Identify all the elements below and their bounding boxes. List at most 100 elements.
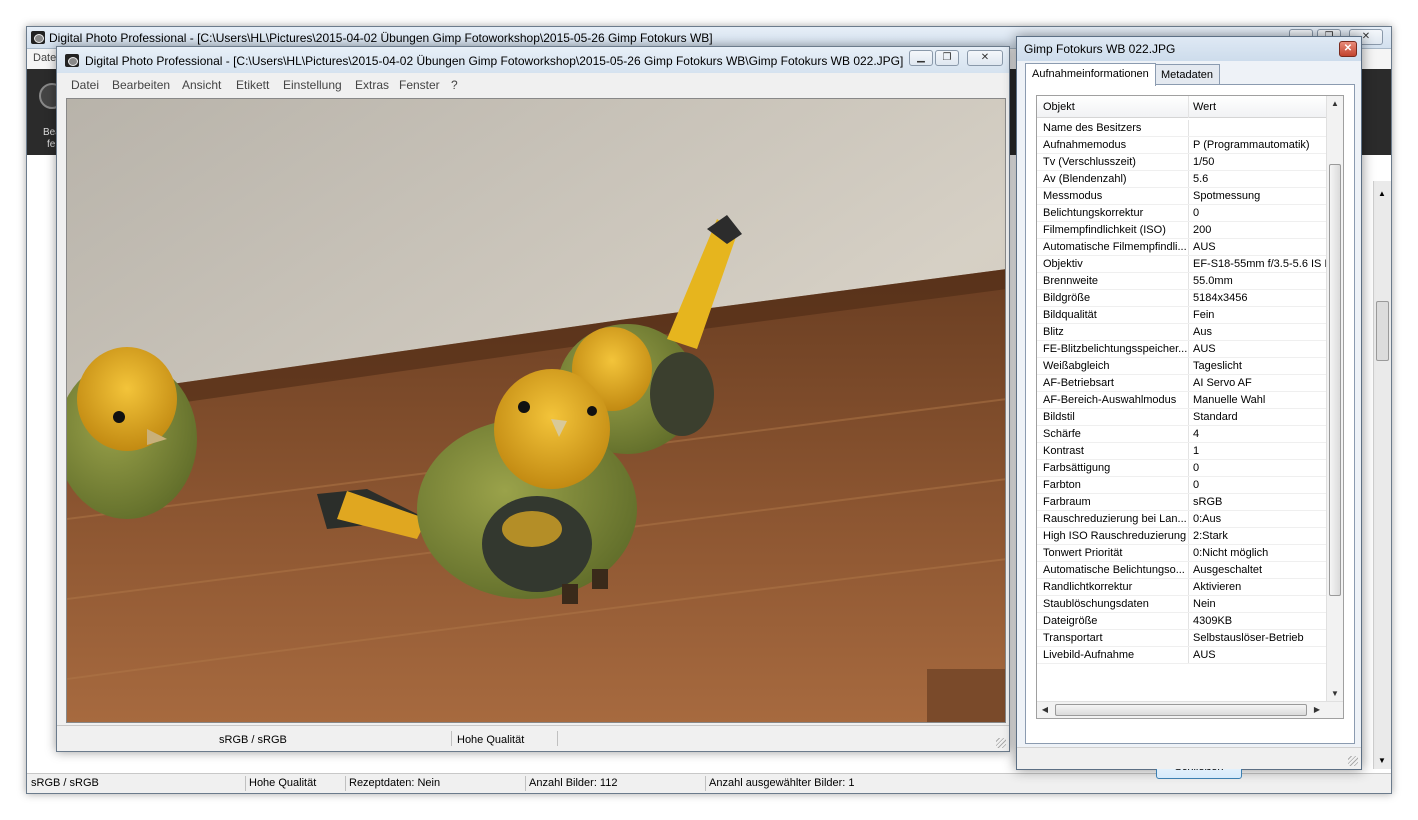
dialog-close-icon[interactable]: ✕: [1339, 41, 1357, 57]
table-row[interactable]: Bildgröße 5184x3456: [1037, 290, 1327, 307]
row-value: 5184x3456: [1193, 292, 1248, 304]
maximize-icon[interactable]: ❐: [935, 50, 959, 66]
grid-vertical-scrollbar[interactable]: ▲ ▼: [1326, 96, 1343, 702]
column-separator: [1188, 239, 1189, 255]
scrollbar-thumb[interactable]: [1329, 164, 1341, 596]
column-separator: [1188, 511, 1189, 527]
scroll-down-icon[interactable]: ▼: [1327, 686, 1343, 702]
row-key: Livebild-Aufnahme: [1043, 649, 1135, 661]
column-header-objekt[interactable]: Objekt: [1043, 101, 1075, 113]
image-window-titlebar[interactable]: Digital Photo Professional - [C:\Users\H…: [57, 47, 1009, 73]
row-value: 200: [1193, 224, 1212, 236]
scrollbar-thumb[interactable]: [1376, 301, 1389, 361]
row-value: AUS: [1193, 241, 1216, 253]
table-row[interactable]: Staublöschungsdaten Nein: [1037, 596, 1327, 613]
table-row[interactable]: Tonwert Priorität 0:Nicht möglich: [1037, 545, 1327, 562]
table-row[interactable]: Filmempfindlichkeit (ISO) 200: [1037, 222, 1327, 239]
column-separator: [1188, 562, 1189, 578]
table-row[interactable]: Tv (Verschlusszeit) 1/50: [1037, 154, 1327, 171]
image-menubar: Datei Bearbeiten Ansicht Etikett Einstel…: [63, 75, 1007, 95]
row-key: Av (Blendenzahl): [1043, 173, 1127, 185]
table-row[interactable]: Randlichtkorrektur Aktivieren: [1037, 579, 1327, 596]
table-row[interactable]: Farbton 0: [1037, 477, 1327, 494]
table-row[interactable]: Transportart Selbstauslöser-Betrieb: [1037, 630, 1327, 647]
table-row[interactable]: Belichtungskorrektur 0: [1037, 205, 1327, 222]
table-row[interactable]: High ISO Rauschreduzierung 2:Stark: [1037, 528, 1327, 545]
row-value: 55.0mm: [1193, 275, 1233, 287]
table-row[interactable]: FE-Blitzbelichtungsspeicher... AUS: [1037, 341, 1327, 358]
scroll-up-icon[interactable]: ▲: [1327, 96, 1343, 112]
menu-item-fenster[interactable]: Fenster: [399, 78, 440, 92]
close-icon[interactable]: ✕: [967, 50, 1003, 66]
menu-item-datei[interactable]: Datei: [71, 78, 99, 92]
row-value: Manuelle Wahl: [1193, 394, 1266, 406]
menu-item-help[interactable]: ?: [451, 78, 458, 92]
menu-item-bearbeiten[interactable]: Bearbeiten: [112, 78, 170, 92]
status-separator: [245, 776, 246, 791]
main-vertical-scrollbar[interactable]: ▲ ▼: [1373, 181, 1391, 769]
info-grid[interactable]: Objekt Wert Name des Besitzers Aufnahmemo…: [1036, 95, 1344, 719]
table-row[interactable]: Name des Besitzers: [1037, 120, 1327, 137]
row-key: Belichtungskorrektur: [1043, 207, 1144, 219]
row-value: Nein: [1193, 598, 1216, 610]
row-value: Fein: [1193, 309, 1215, 321]
table-row[interactable]: AF-Betriebsart AI Servo AF: [1037, 375, 1327, 392]
tab-aufnahmeinformationen[interactable]: Aufnahmeinformationen: [1025, 63, 1156, 86]
table-row[interactable]: Kontrast 1: [1037, 443, 1327, 460]
table-row[interactable]: Av (Blendenzahl) 5.6: [1037, 171, 1327, 188]
row-value: AUS: [1193, 649, 1216, 661]
scroll-right-icon[interactable]: ▶: [1309, 702, 1325, 718]
resize-grip-icon[interactable]: [1348, 756, 1358, 766]
scroll-down-icon[interactable]: ▼: [1378, 756, 1386, 765]
table-row[interactable]: Farbraum sRGB: [1037, 494, 1327, 511]
table-row[interactable]: Automatische Belichtungso... Ausgeschalte…: [1037, 562, 1327, 579]
menu-item-ansicht[interactable]: Ansicht: [182, 78, 221, 92]
scroll-left-icon[interactable]: ◀: [1037, 702, 1053, 718]
image-window: Digital Photo Professional - [C:\Users\H…: [56, 46, 1010, 752]
scrollbar-thumb[interactable]: [1055, 704, 1307, 716]
table-row[interactable]: Bildstil Standard: [1037, 409, 1327, 426]
column-separator: [1188, 528, 1189, 544]
column-separator: [1188, 324, 1189, 340]
photo-preview[interactable]: [66, 98, 1006, 723]
image-status-colorspace: sRGB / sRGB: [219, 734, 287, 746]
table-row[interactable]: Dateigröße 4309KB: [1037, 613, 1327, 630]
row-key: Name des Besitzers: [1043, 122, 1142, 134]
row-key: Kontrast: [1043, 445, 1084, 457]
grid-horizontal-scrollbar[interactable]: ◀ ▶: [1037, 701, 1343, 718]
status-image-count: Anzahl Bilder: 112: [529, 777, 618, 789]
row-value: EF-S18-55mm f/3.5-5.6 IS II: [1193, 258, 1327, 270]
menu-item-einstellung[interactable]: Einstellung: [283, 78, 342, 92]
dialog-titlebar[interactable]: Gimp Fotokurs WB 022.JPG ✕: [1017, 37, 1361, 61]
row-value: Tageslicht: [1193, 360, 1242, 372]
table-row[interactable]: Weißabgleich Tageslicht: [1037, 358, 1327, 375]
row-key: AF-Bereich-Auswahlmodus: [1043, 394, 1177, 406]
table-row[interactable]: AF-Bereich-Auswahlmodus Manuelle Wahl: [1037, 392, 1327, 409]
table-row[interactable]: Schärfe 4: [1037, 426, 1327, 443]
resize-grip-icon[interactable]: [996, 738, 1006, 748]
table-row[interactable]: Brennweite 55.0mm: [1037, 273, 1327, 290]
main-window-title: Digital Photo Professional - [C:\Users\H…: [49, 31, 713, 45]
table-row[interactable]: Objektiv EF-S18-55mm f/3.5-5.6 IS II: [1037, 256, 1327, 273]
row-key: Schärfe: [1043, 428, 1081, 440]
row-value: Aktivieren: [1193, 581, 1242, 593]
menu-item-etikett[interactable]: Etikett: [236, 78, 269, 92]
column-separator[interactable]: [1188, 96, 1189, 118]
table-row[interactable]: Blitz Aus: [1037, 324, 1327, 341]
column-header-wert[interactable]: Wert: [1193, 101, 1216, 113]
menu-item-extras[interactable]: Extras: [355, 78, 389, 92]
row-key: FE-Blitzbelichtungsspeicher...: [1043, 343, 1187, 355]
table-row[interactable]: Messmodus Spotmessung: [1037, 188, 1327, 205]
tab-metadaten[interactable]: Metadaten: [1154, 64, 1220, 85]
table-row[interactable]: Farbsättigung 0: [1037, 460, 1327, 477]
table-row[interactable]: Automatische Filmempfindli... AUS: [1037, 239, 1327, 256]
table-row[interactable]: Livebild-Aufnahme AUS: [1037, 647, 1327, 664]
dialog-tabs: Aufnahmeinformationen Metadaten: [1025, 63, 1355, 86]
table-row[interactable]: Bildqualität Fein: [1037, 307, 1327, 324]
scroll-up-icon[interactable]: ▲: [1378, 189, 1386, 198]
table-row[interactable]: Rauschreduzierung bei Lan... 0:Aus: [1037, 511, 1327, 528]
minimize-icon[interactable]: ▁: [909, 50, 933, 66]
table-row[interactable]: Aufnahmemodus P (Programmautomatik): [1037, 137, 1327, 154]
menu-item-datei[interactable]: Date: [33, 52, 56, 64]
row-value: 0:Nicht möglich: [1193, 547, 1269, 559]
